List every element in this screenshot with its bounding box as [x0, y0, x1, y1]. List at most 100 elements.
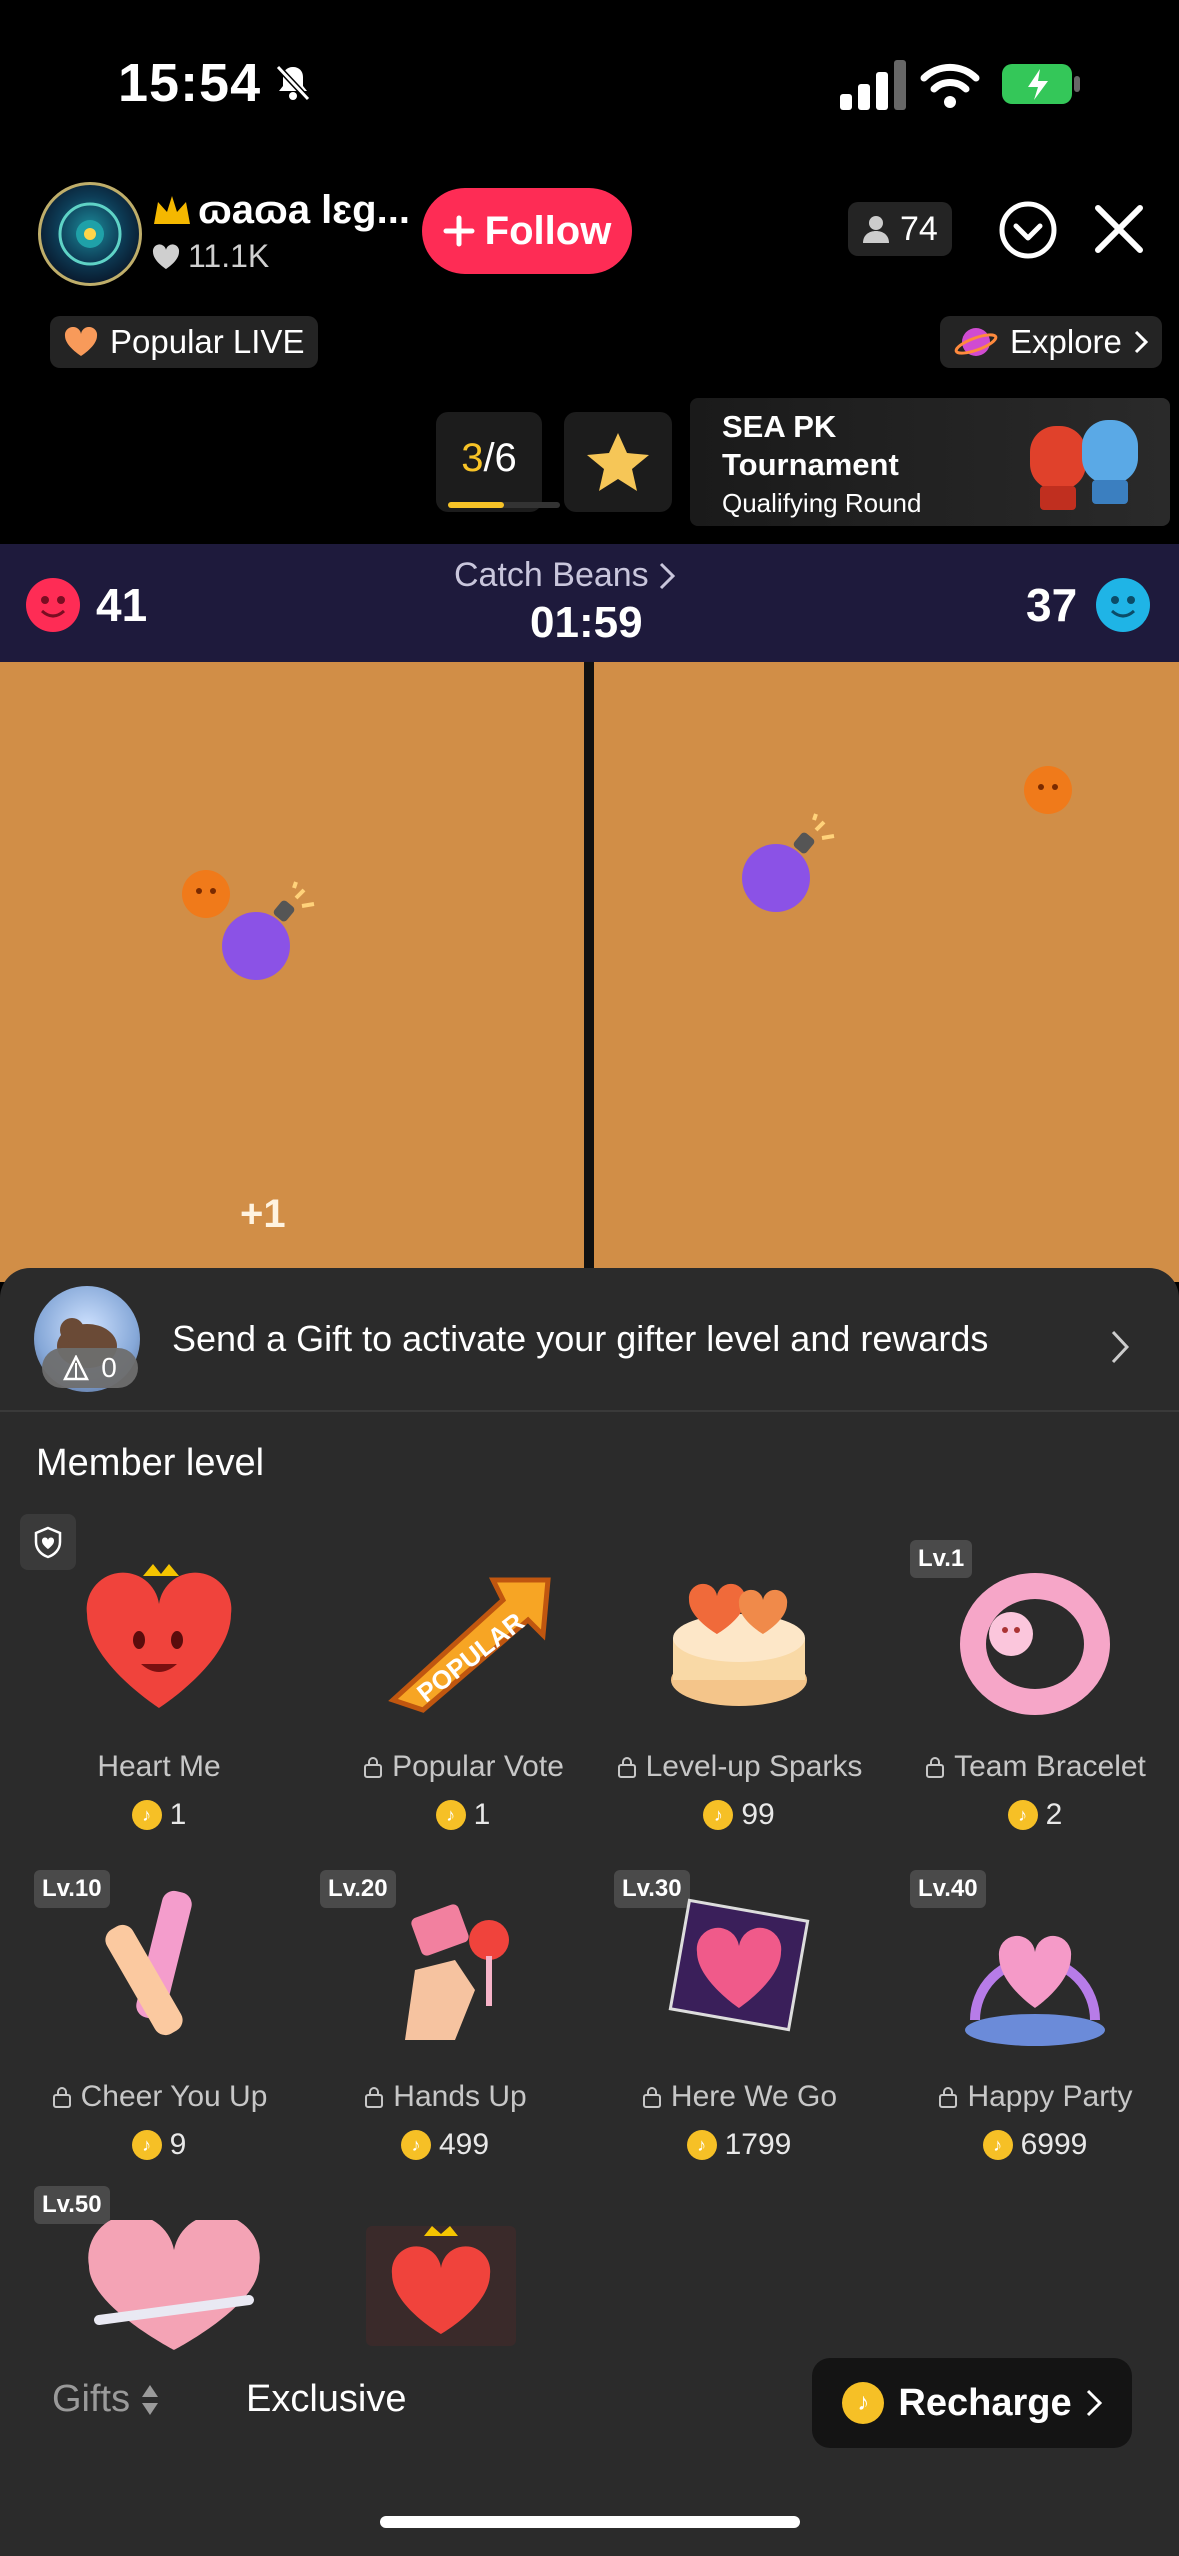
- rank-current: 3: [461, 436, 484, 480]
- gift-name: Heart Me: [24, 1750, 294, 1784]
- coin-icon: ♪: [842, 2382, 885, 2424]
- gift-name-text: Cheer You Up: [80, 2080, 268, 2113]
- gift-name-text: Level-up Sparks: [645, 1750, 863, 1783]
- gift-price: ♪ 6999: [900, 2128, 1170, 2162]
- heart-cake-icon: [659, 1560, 819, 1720]
- home-indicator[interactable]: [380, 2516, 800, 2528]
- bell-muted-icon: [275, 64, 311, 102]
- coin-icon: ♪: [435, 1800, 466, 1830]
- heart-icon: [152, 243, 180, 270]
- gift-price: ♪ 1: [328, 1798, 598, 1832]
- recharge-button[interactable]: ♪ Recharge: [812, 2358, 1132, 2448]
- glow-sticks-icon: [79, 1890, 239, 2050]
- follow-label: Follow: [484, 208, 612, 253]
- gifter-level-badge: 0: [42, 1348, 138, 1388]
- bomb-icon: [214, 880, 324, 990]
- gift-name-text: Popular Vote: [392, 1750, 564, 1783]
- gift-popular-vote[interactable]: POPULAR Popular Vote ♪ 1: [328, 1550, 598, 1870]
- explore-button[interactable]: Explore: [940, 316, 1162, 368]
- gift-name-text: Here We Go: [670, 2080, 838, 2113]
- gifter-level-message[interactable]: Send a Gift to activate your gifter leve…: [172, 1318, 1042, 1360]
- right-team-face-icon: [1096, 578, 1150, 632]
- gift-price-text: 2: [1045, 1798, 1063, 1831]
- wifi-icon: [920, 58, 980, 114]
- gift-price-text: 1: [473, 1798, 491, 1831]
- gift-name: Level-up Sparks: [604, 1750, 874, 1784]
- coin-icon: ♪: [400, 2130, 431, 2160]
- lock-icon: [362, 1756, 384, 1778]
- gift-heart-plane[interactable]: Lv.50: [24, 2186, 294, 2396]
- popular-live-badge[interactable]: Popular LIVE: [50, 316, 319, 368]
- gift-here-we-go[interactable]: Lv.30 Here We Go ♪ 1799: [604, 1870, 874, 2200]
- rank-text: 3/6: [436, 436, 542, 481]
- gift-price-text: 9: [169, 2128, 187, 2161]
- coin-icon: ♪: [131, 2130, 162, 2160]
- sheet-separator: [0, 1410, 1179, 1412]
- viewer-count[interactable]: 74: [848, 202, 952, 256]
- rank-progress[interactable]: 3/6: [436, 412, 560, 512]
- lock-icon: [641, 2086, 663, 2108]
- gift-name: Popular Vote: [328, 1750, 598, 1784]
- star-icon: [583, 429, 653, 495]
- status-time: 15:54: [118, 52, 311, 114]
- gift-price: ♪ 99: [604, 1798, 874, 1832]
- lock-icon: [937, 2086, 959, 2108]
- cellular-signal-icon: [838, 58, 908, 114]
- battery-charging-icon: [1000, 62, 1082, 106]
- gift-price-text: 6999: [1020, 2128, 1088, 2161]
- game-timer: 01:59: [530, 598, 643, 647]
- host-name[interactable]: ɷaɷa lɛg...: [152, 188, 410, 233]
- gift-team-bracelet[interactable]: Lv.1 Team Bracelet ♪ 2: [900, 1540, 1170, 1870]
- gift-heart-me[interactable]: Heart Me ♪ 1: [24, 1550, 294, 1870]
- follow-button[interactable]: Follow: [422, 188, 632, 274]
- coin-icon: ♪: [1007, 1800, 1038, 1830]
- gift-price: ♪ 1: [24, 1798, 294, 1832]
- gift-price-text: 499: [438, 2128, 490, 2161]
- star-button[interactable]: [564, 412, 672, 512]
- person-icon: [862, 214, 890, 244]
- gifter-level-arrow-button[interactable]: [1084, 1304, 1156, 1390]
- gifter-level-text: 0: [101, 1352, 117, 1383]
- likes-count: 11.1K: [152, 238, 269, 275]
- level-badge: Lv.50: [34, 2186, 110, 2224]
- gift-name: Team Bracelet: [900, 1750, 1170, 1784]
- left-score: 41: [96, 579, 148, 631]
- popular-vote-icon: POPULAR: [383, 1560, 551, 1720]
- gift-cheer-you-up[interactable]: Lv.10 Cheer You Up ♪ 9: [24, 1870, 294, 2200]
- exclusive-tab[interactable]: Exclusive: [246, 2378, 407, 2421]
- left-game-panel[interactable]: +1: [0, 662, 584, 1282]
- pk-banner-line2: Tournament: [722, 447, 899, 482]
- svg-text:POPULAR: POPULAR: [411, 1606, 530, 1708]
- gift-name-text: Heart Me: [97, 1750, 221, 1783]
- coin-icon: ♪: [703, 1800, 734, 1830]
- sort-arrows-icon: [140, 2383, 160, 2417]
- gift-name-text: Happy Party: [967, 2080, 1133, 2113]
- gift-name: Cheer You Up: [24, 2080, 294, 2114]
- gift-happy-party[interactable]: Lv.40 Happy Party ♪ 6999: [900, 1870, 1170, 2200]
- gift-price-text: 1799: [724, 2128, 792, 2161]
- sea-pk-tournament-banner[interactable]: SEA PK Tournament Qualifying Round: [690, 398, 1170, 526]
- host-name-text: ɷaɷa lɛg...: [198, 188, 410, 232]
- explore-label: Explore: [1010, 323, 1122, 360]
- score-float-text: +1: [240, 1192, 286, 1236]
- boxing-gloves-icon: [1020, 406, 1150, 518]
- gift-heart-car[interactable]: [350, 2196, 620, 2396]
- gift-hands-up[interactable]: Lv.20 Hands Up ♪ 499: [310, 1870, 580, 2200]
- gift-name: Hands Up: [310, 2080, 580, 2114]
- gift-level-up-sparks[interactable]: Level-up Sparks ♪ 99: [604, 1550, 874, 1870]
- host-avatar[interactable]: [38, 182, 142, 286]
- gifts-tab[interactable]: Gifts: [52, 2378, 160, 2421]
- gifts-tab-label: Gifts: [52, 2378, 131, 2420]
- member-level-label[interactable]: Member level: [36, 1442, 264, 1485]
- minimize-chevron-icon[interactable]: [996, 198, 1060, 262]
- lock-icon: [924, 1756, 946, 1778]
- chevron-right-icon: [659, 562, 675, 590]
- gift-price-text: 99: [741, 1798, 775, 1831]
- right-score: 37: [1026, 579, 1078, 631]
- coin-icon: ♪: [686, 2130, 717, 2160]
- gift-name-text: Hands Up: [393, 2080, 527, 2113]
- close-icon[interactable]: [1084, 194, 1154, 264]
- catch-beans-link[interactable]: Catch Beans: [454, 556, 675, 595]
- bomb-icon: [734, 812, 844, 922]
- right-game-panel[interactable]: [594, 662, 1179, 1282]
